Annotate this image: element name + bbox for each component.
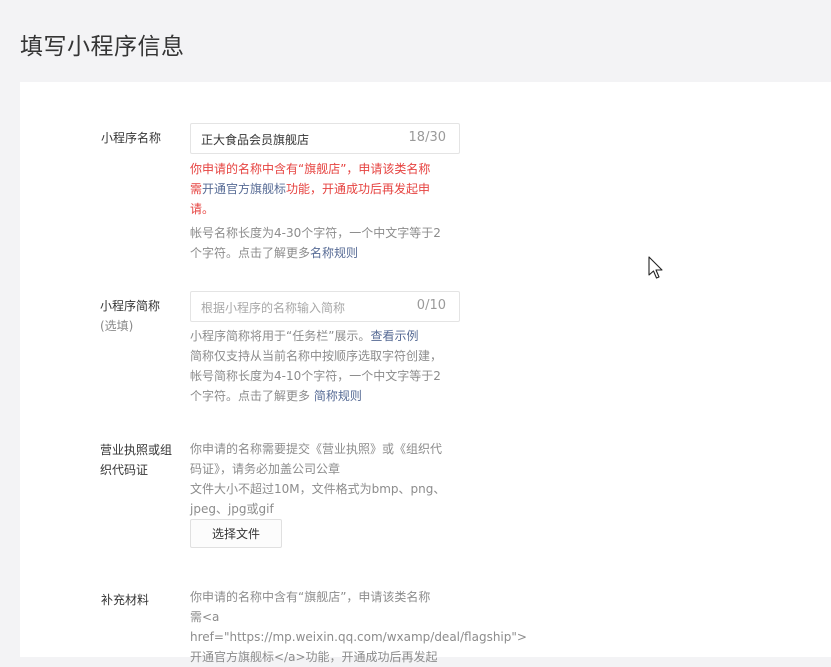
name-input[interactable]: 正大食品会员旗舰店 18/30 <box>190 123 460 154</box>
license-label-line: 营业执照或组 <box>100 443 173 457</box>
short-name-tip: 小程序简称将用于“任务栏”展示。查看示例 简称仅支持从当前名称中按顺序选取字符创… <box>190 326 462 406</box>
name-input-counter: 18/30 <box>408 130 446 145</box>
license-tip: 你申请的名称需要提交《营业执照》或《组织代 码证》，请务必加盖公司公章 文件大小… <box>190 439 462 519</box>
name-tip-line: 帐号名称长度为4-30个字符，一个中文字等于2 <box>190 226 441 240</box>
license-label-line: 织代码证 <box>100 463 149 477</box>
license-tip-line: 你申请的名称需要提交《营业执照》或《组织代 <box>190 442 443 456</box>
short-name-label-text: 小程序简称 <box>100 299 161 313</box>
name-error-message: 你申请的名称中含有“旗舰店”，申请该类名称 需开通官方旗舰标功能，开通成功后再发… <box>190 159 462 219</box>
name-field-label: 小程序名称 <box>101 131 162 145</box>
short-name-tip-line: 个字符。点击了解更多 简称规则 <box>190 386 462 406</box>
short-name-counter: 0/10 <box>416 298 446 313</box>
name-error-text: 功能，开通成功后再发起申 <box>286 182 431 196</box>
flagship-link[interactable]: 开通官方旗舰标 <box>202 182 286 196</box>
optional-label: (选填) <box>100 319 134 333</box>
supplement-tip-line: href="https://mp.weixin.qq.com/wxamp/dea… <box>190 630 527 644</box>
mouse-pointer-icon <box>648 256 663 279</box>
short-name-tip-text: 小程序简称将用于“任务栏”展示。 <box>190 329 371 343</box>
choose-file-button[interactable]: 选择文件 <box>190 519 282 548</box>
supplement-field-label: 补充材料 <box>101 593 150 607</box>
supplement-tip: 你申请的名称中含有“旗舰店”，申请该类名称 需<a href="https://… <box>190 587 550 667</box>
name-tip-line: 个字符。点击了解更多名称规则 <box>190 243 462 263</box>
short-name-tip-line: 帐号简称长度为4-10个字符，一个中文字等于2 <box>190 369 441 383</box>
short-name-input[interactable]: 根据小程序的名称输入简称 0/10 <box>190 291 460 322</box>
name-error-line: 请。 <box>190 202 215 216</box>
short-name-rules-link[interactable]: 简称规则 <box>314 389 362 403</box>
name-input-value: 正大食品会员旗舰店 <box>201 133 310 147</box>
view-example-link[interactable]: 查看示例 <box>370 329 418 343</box>
short-name-tip-text: 个字符。点击了解更多 <box>190 389 314 403</box>
short-name-field-label: 小程序简称 (选填) <box>100 296 166 336</box>
license-tip-line: 文件大小不超过10M，文件格式为bmp、png、 <box>190 482 446 496</box>
short-name-placeholder: 根据小程序的名称输入简称 <box>201 301 346 315</box>
name-tip-text: 个字符。点击了解更多 <box>190 246 311 260</box>
name-error-text: 需 <box>190 182 203 196</box>
name-error-line: 你申请的名称中含有“旗舰店”，申请该类名称 <box>190 162 431 176</box>
short-name-tip-line: 简称仅支持从当前名称中按顺序选取字符创建， <box>190 349 443 363</box>
license-tip-line: 码证》，请务必加盖公司公章 <box>190 462 341 476</box>
license-tip-line: jpeg、jpg或gif <box>190 502 274 516</box>
supplement-tip-line: 需<a <box>190 610 220 624</box>
page-title: 填写小程序信息 <box>20 34 185 60</box>
name-error-line: 需开通官方旗舰标功能，开通成功后再发起申 <box>190 179 462 199</box>
name-rules-link[interactable]: 名称规则 <box>310 246 358 260</box>
name-tip: 帐号名称长度为4-30个字符，一个中文字等于2 个字符。点击了解更多名称规则 <box>190 223 462 263</box>
short-name-tip-line: 小程序简称将用于“任务栏”展示。查看示例 <box>190 326 462 346</box>
supplement-tip-line: 开通官方旗舰标</a>功能，开通成功后再发起 <box>190 650 438 664</box>
license-field-label: 营业执照或组 织代码证 <box>100 440 173 480</box>
supplement-tip-line: 你申请的名称中含有“旗舰店”，申请该类名称 <box>190 590 431 604</box>
